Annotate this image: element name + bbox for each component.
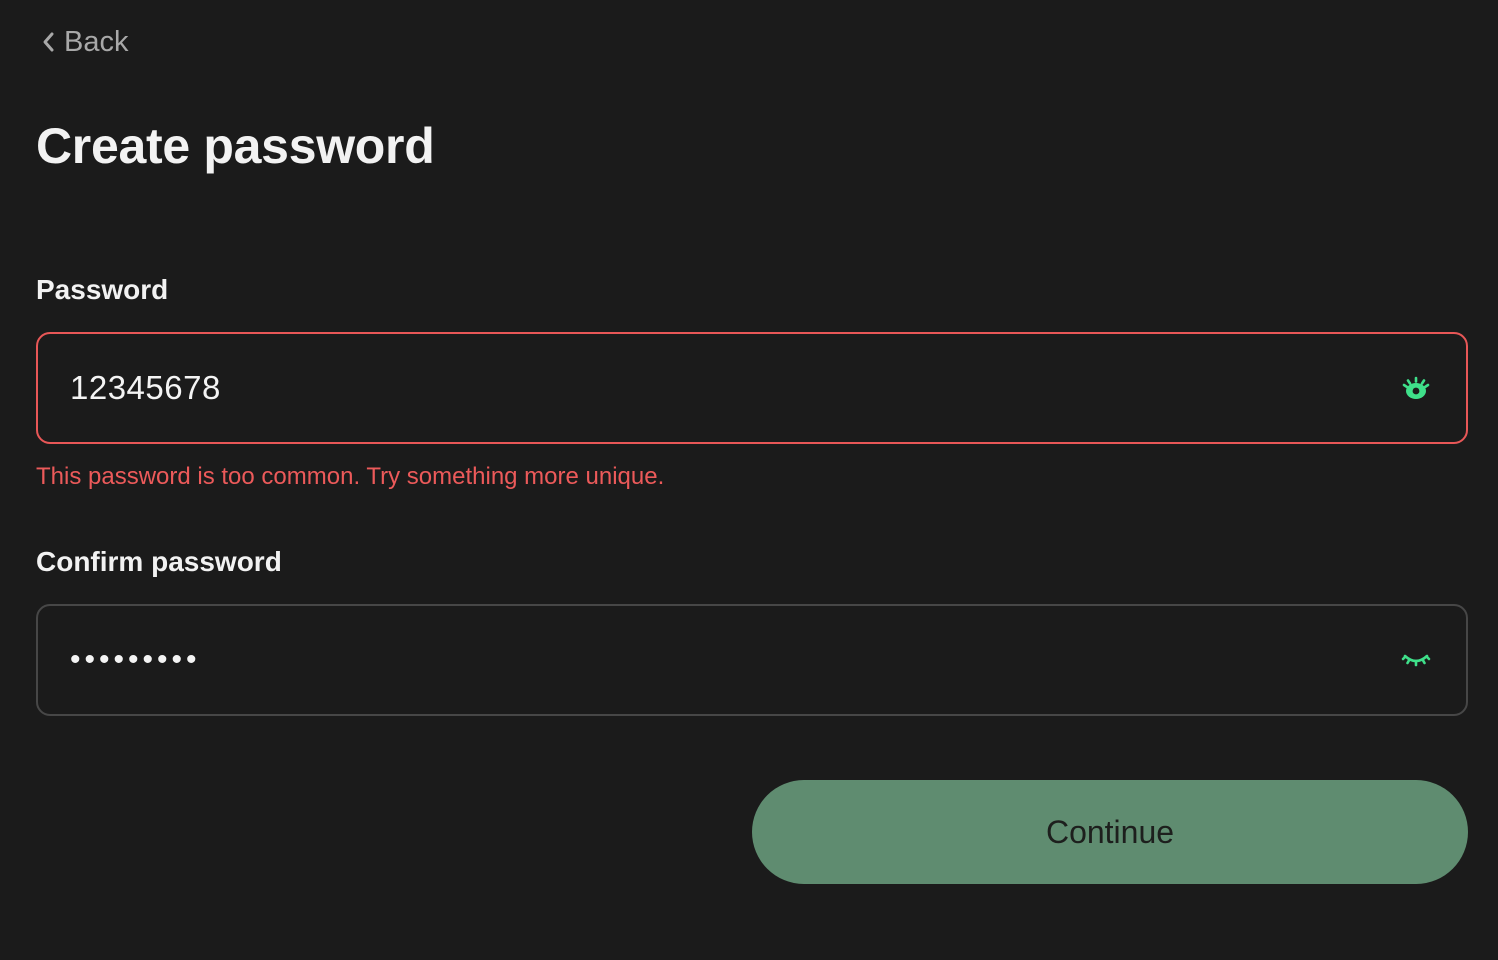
back-label: Back <box>64 25 129 58</box>
confirm-password-input[interactable] <box>70 643 1398 677</box>
back-button[interactable]: Back <box>40 22 128 62</box>
continue-button[interactable]: Continue <box>752 780 1468 884</box>
eye-closed-icon[interactable] <box>1398 642 1434 678</box>
chevron-left-icon <box>40 30 58 54</box>
password-input[interactable] <box>70 369 1398 407</box>
confirm-password-field <box>36 604 1468 716</box>
create-password-screen: Back Create password Password This passw… <box>0 0 1498 960</box>
password-field <box>36 332 1468 444</box>
page-title: Create password <box>36 118 435 174</box>
confirm-password-label: Confirm password <box>36 546 282 577</box>
password-error-message: This password is too common. Try somethi… <box>36 463 665 490</box>
password-label: Password <box>36 274 169 305</box>
eye-open-icon[interactable] <box>1398 370 1434 406</box>
